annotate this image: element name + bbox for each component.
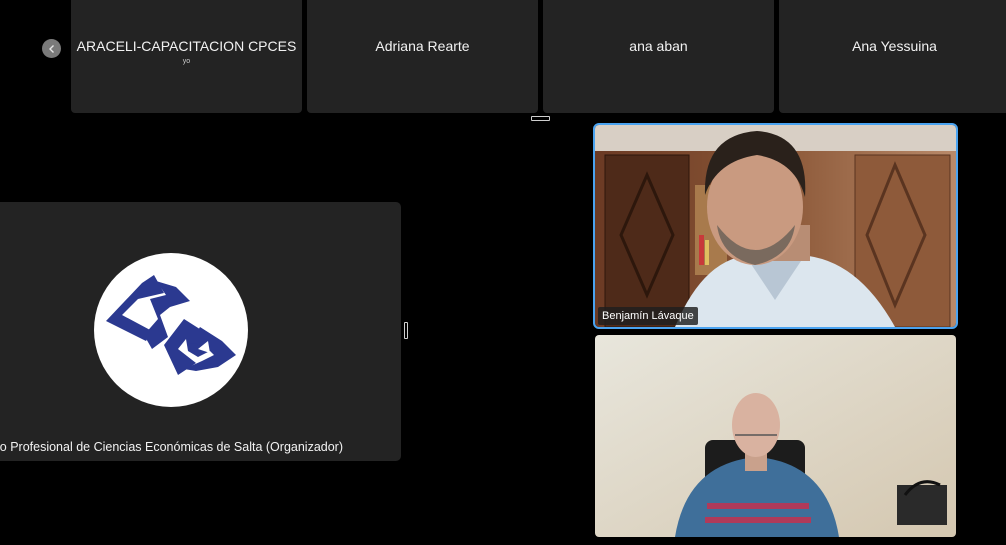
participant-video — [595, 125, 956, 327]
video-tile-active[interactable]: Benjamín Lávaque — [593, 123, 958, 329]
organizer-name-label: jo Profesional de Ciencias Económicas de… — [0, 440, 344, 454]
video-tile[interactable] — [595, 335, 956, 537]
participant-name: ARACELI-CAPACITACION CPCES — [76, 38, 297, 54]
cpce-logo-icon — [106, 275, 236, 375]
participant-video — [595, 335, 956, 537]
previous-participants-button[interactable] — [42, 39, 61, 58]
self-indicator: yo — [182, 58, 191, 65]
organizer-avatar — [94, 253, 248, 407]
chevron-left-icon — [48, 44, 54, 53]
participant-tile[interactable]: Adriana Rearte — [307, 0, 538, 113]
participant-name: Ana Yessuina — [852, 38, 937, 54]
participant-tile[interactable]: ana aban — [543, 0, 774, 113]
participant-name: ana aban — [629, 38, 688, 54]
participant-tile[interactable]: Ana Yessuina — [779, 0, 1006, 113]
panel-resize-handle[interactable] — [404, 322, 408, 339]
participant-name: Adriana Rearte — [375, 38, 470, 54]
video-name-label: Benjamín Lávaque — [598, 307, 698, 325]
participant-tile[interactable]: ARACELI-CAPACITACION CPCES yo — [71, 0, 302, 113]
strip-resize-handle[interactable] — [531, 116, 550, 121]
